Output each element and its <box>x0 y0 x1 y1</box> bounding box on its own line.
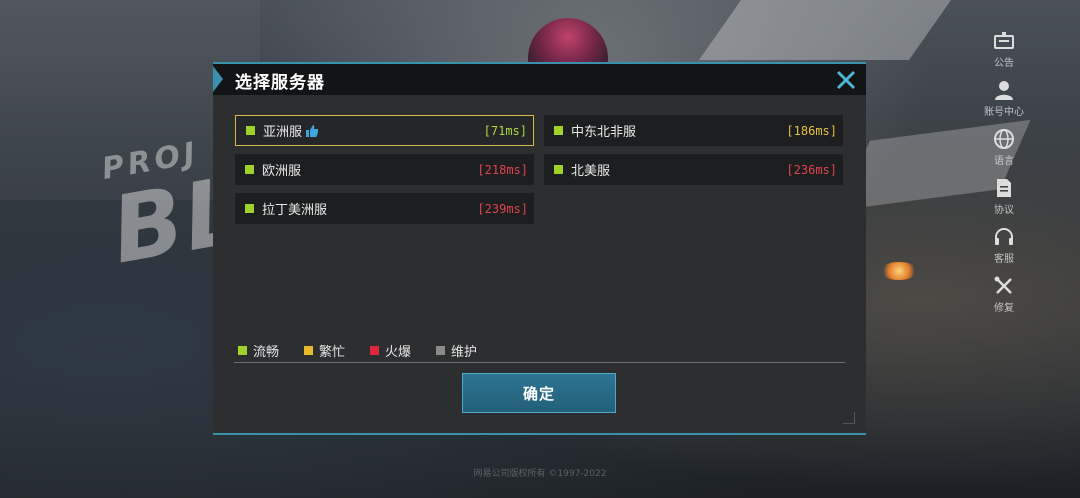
character-helmet <box>528 18 608 66</box>
legend-item-maintenance: 维护 <box>436 341 477 360</box>
side-item-label: 语言 <box>994 156 1014 167</box>
side-item-support[interactable]: 客服 <box>974 220 1034 269</box>
side-menu: 公告 账号中心 语言 协议 客服 修复 <box>974 24 1034 318</box>
legend-item-full: 火爆 <box>370 341 411 360</box>
document-icon <box>997 179 1011 197</box>
server-ping: [236ms] <box>786 162 837 177</box>
legend-label: 火爆 <box>385 345 412 360</box>
side-item-label: 账号中心 <box>984 107 1024 118</box>
side-item-agreement[interactable]: 协议 <box>974 171 1034 220</box>
status-dot <box>554 126 563 135</box>
legend-swatch <box>238 346 247 355</box>
account-icon <box>995 81 1013 100</box>
legend-label: 流畅 <box>253 345 280 360</box>
server-name: 北美服 <box>571 164 611 179</box>
status-dot <box>245 165 254 174</box>
confirm-button[interactable]: 确定 <box>462 373 616 413</box>
side-item-announcement[interactable]: 公告 <box>974 24 1034 73</box>
status-dot <box>245 204 254 213</box>
dialog-title: 选择服务器 <box>235 73 325 93</box>
divider <box>234 362 845 363</box>
side-item-label: 修复 <box>994 303 1014 314</box>
side-item-label: 协议 <box>994 205 1014 216</box>
announcement-icon <box>994 32 1014 49</box>
muzzle-flash <box>880 262 918 280</box>
header-accent <box>213 66 223 92</box>
side-item-label: 客服 <box>994 254 1014 265</box>
server-item-latin-america[interactable]: 拉丁美洲服 [239ms] <box>235 193 534 224</box>
server-name: 亚洲服 <box>263 125 303 140</box>
close-icon[interactable] <box>835 69 857 91</box>
server-select-dialog: 选择服务器 亚洲服 [71ms] 中东北非服 [186ms] 欧洲服 [218m <box>213 62 866 435</box>
side-item-label: 公告 <box>994 58 1014 69</box>
legend-swatch <box>370 346 380 355</box>
copyright-text: 网易公司版权所有 ©1997-2022 <box>473 469 607 479</box>
headset-icon <box>995 228 1013 245</box>
legend-label: 维护 <box>451 345 478 360</box>
server-item-north-america[interactable]: 北美服 [236ms] <box>544 154 843 185</box>
side-item-language[interactable]: 语言 <box>974 122 1034 171</box>
repair-icon <box>994 276 1012 294</box>
legend-swatch <box>436 346 446 355</box>
server-item-asia[interactable]: 亚洲服 [71ms] <box>235 115 534 146</box>
server-ping: [71ms] <box>483 123 527 138</box>
legend-swatch <box>304 346 314 355</box>
status-dot <box>246 126 255 135</box>
server-name: 拉丁美洲服 <box>262 203 328 218</box>
status-dot <box>554 165 563 174</box>
server-ping: [239ms] <box>477 201 528 216</box>
side-item-repair[interactable]: 修复 <box>974 269 1034 318</box>
server-item-europe[interactable]: 欧洲服 [218ms] <box>235 154 534 185</box>
server-ping: [218ms] <box>477 162 528 177</box>
server-item-middle-east-north-africa[interactable]: 中东北非服 [186ms] <box>544 115 843 146</box>
server-name: 中东北非服 <box>571 125 637 140</box>
server-ping: [186ms] <box>786 123 837 138</box>
thumbs-up-icon <box>306 124 319 137</box>
server-list: 亚洲服 [71ms] 中东北非服 [186ms] 欧洲服 [218ms] 北美服… <box>235 115 843 235</box>
server-name: 欧洲服 <box>262 164 302 179</box>
dialog-header: 选择服务器 <box>213 62 866 95</box>
side-item-account[interactable]: 账号中心 <box>974 73 1034 122</box>
legend-item-busy: 繁忙 <box>304 341 345 360</box>
globe-icon <box>994 129 1014 149</box>
status-legend: 流畅 繁忙 火爆 维护 <box>238 341 502 360</box>
corner-decoration <box>843 412 855 424</box>
legend-label: 繁忙 <box>319 345 346 360</box>
legend-item-smooth: 流畅 <box>238 341 279 360</box>
